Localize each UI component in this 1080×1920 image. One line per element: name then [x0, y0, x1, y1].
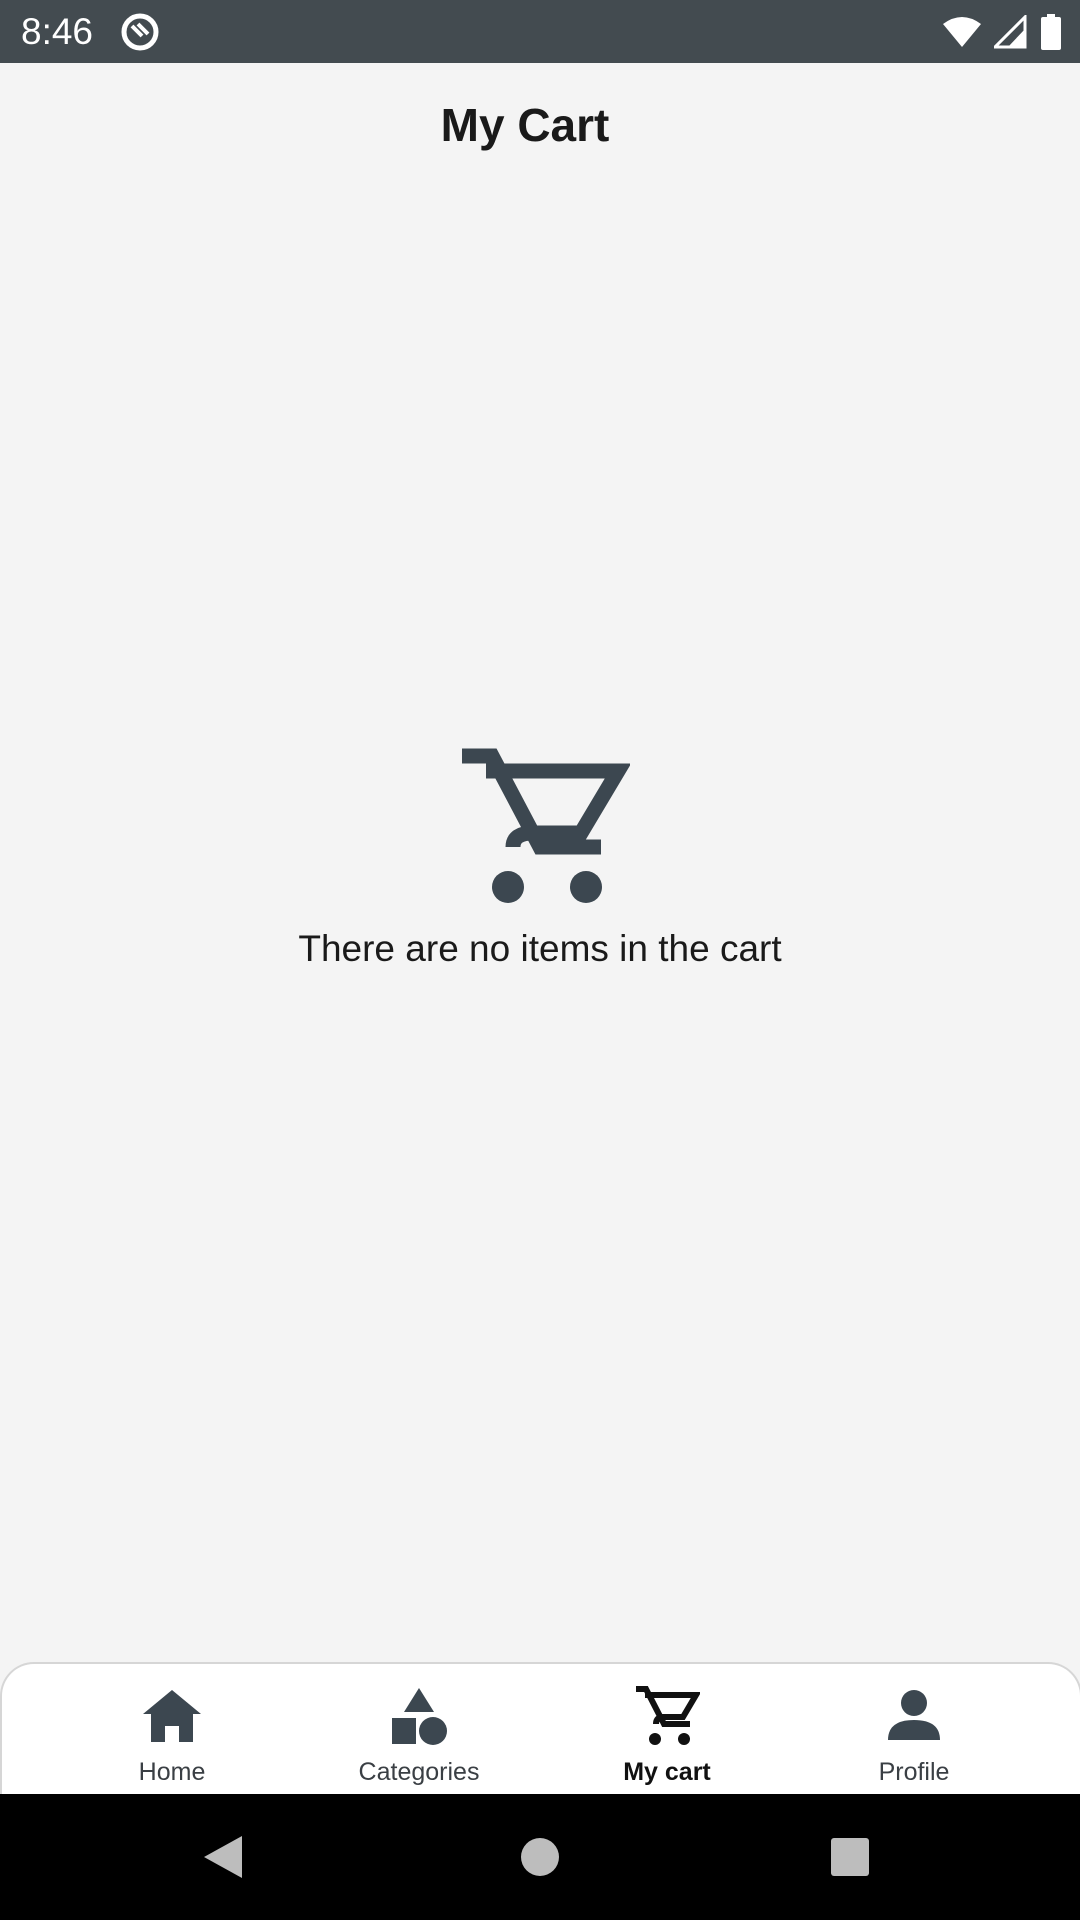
empty-cart-message: There are no items in the cart [298, 928, 782, 969]
categories-icon [392, 1688, 447, 1745]
battery-icon [1041, 14, 1061, 50]
page-title: My Cart [440, 99, 610, 151]
home-circle-icon[interactable] [515, 1832, 565, 1882]
status-bar: 8:46 [0, 0, 1080, 63]
nav-label-categories: Categories [358, 1758, 480, 1786]
status-icons [942, 13, 1062, 51]
nav-item-categories[interactable]: Categories [319, 1684, 519, 1796]
app-notification-icon [121, 13, 159, 51]
nav-item-my-cart[interactable]: My cart [567, 1684, 767, 1796]
profile-icon [888, 1690, 940, 1740]
bottom-navigation: Home Categories My cart Profile [0, 1662, 1080, 1796]
home-icon [143, 1690, 201, 1742]
nav-item-profile[interactable]: Profile [814, 1684, 1014, 1796]
status-time: 8:46 [21, 11, 94, 52]
empty-cart-state: There are no items in the cart [0, 744, 1080, 970]
nav-item-home[interactable]: Home [72, 1684, 272, 1796]
system-navigation-bar [0, 1794, 1080, 1920]
nav-label-profile: Profile [878, 1758, 950, 1786]
shopping-cart-icon [462, 748, 630, 903]
nav-label-my-cart: My cart [623, 1758, 711, 1786]
cellular-signal-icon [994, 15, 1027, 49]
recents-icon[interactable] [825, 1832, 875, 1882]
back-icon[interactable] [200, 1832, 250, 1882]
cart-icon [636, 1686, 700, 1745]
nav-label-home: Home [138, 1758, 206, 1786]
wifi-icon [943, 17, 981, 47]
